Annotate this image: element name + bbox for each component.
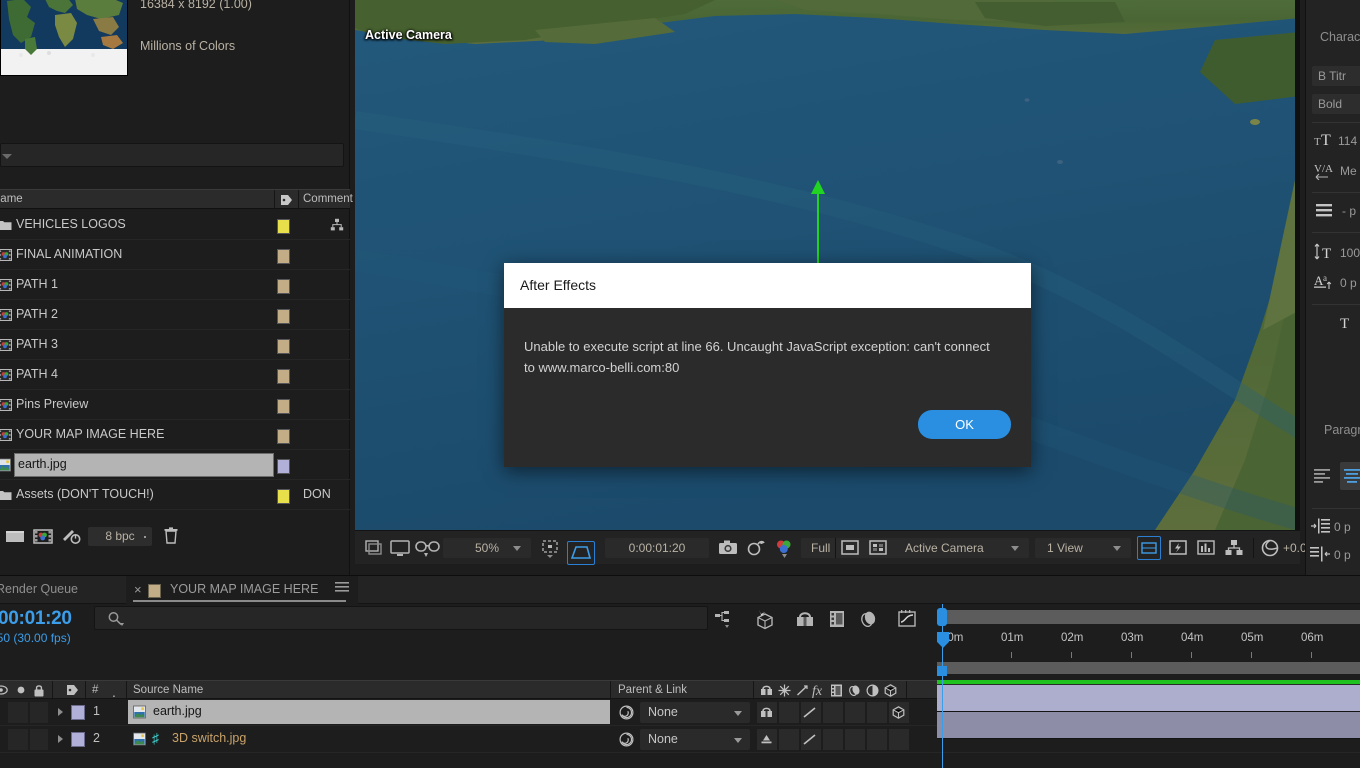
ok-button[interactable]: OK <box>918 410 1011 439</box>
dialog-titlebar: After Effects <box>504 263 1031 308</box>
dialog-message: Unable to execute script at line 66. Unc… <box>524 339 990 375</box>
after-effects-window: 16384 x 8192 (1.00) Millions of Colors N… <box>0 0 1360 768</box>
after-effects-error-dialog: After Effects Unable to execute script a… <box>504 263 1031 467</box>
dialog-title: After Effects <box>520 277 596 293</box>
